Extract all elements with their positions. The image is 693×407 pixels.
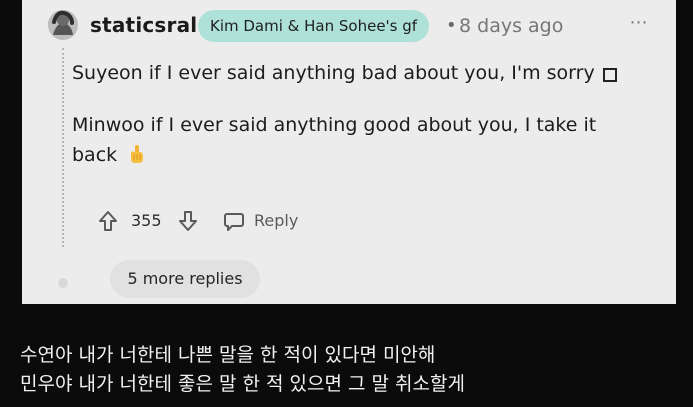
reply-icon: [224, 213, 244, 231]
reply-label: Reply: [254, 211, 299, 230]
collapsed-thread-dot[interactable]: [58, 278, 68, 288]
downvote-button[interactable]: [174, 204, 202, 238]
username[interactable]: staticsral: [90, 12, 197, 38]
comment-card: staticsral Kim Dami & Han Sohee's gf • 8…: [22, 0, 676, 304]
downvote-icon: [179, 211, 197, 231]
reply-button[interactable]: Reply: [222, 204, 312, 238]
upvote-icon: [99, 211, 117, 231]
comment-text-2: Minwoo if I ever said anything good abou…: [72, 114, 597, 166]
user-flair: Kim Dami & Han Sohee's gf: [198, 10, 430, 42]
caption-line-1: 수연아 내가 너한테 나쁜 말을 한 적이 있다면 미안해: [20, 344, 436, 366]
comment-paragraph: Minwoo if I ever said anything good abou…: [72, 110, 632, 170]
thread-line[interactable]: [62, 48, 64, 247]
comment-actions: 355 Reply: [94, 204, 384, 238]
middle-finger-emoji-icon: [128, 143, 146, 163]
more-options-icon[interactable]: ⋯: [626, 13, 652, 33]
more-replies-button[interactable]: 5 more replies: [110, 260, 260, 298]
comment-body: Suyeon if I ever said anything bad about…: [72, 58, 632, 170]
upvote-button[interactable]: [94, 204, 122, 238]
empty-box-icon: [602, 67, 617, 82]
caption-line-2: 민우야 내가 너한테 좋은 말 한 적 있으면 그 말 취소할게: [20, 373, 465, 395]
vote-score: 355: [131, 211, 162, 230]
timestamp[interactable]: 8 days ago: [459, 14, 563, 38]
comment-text-1: Suyeon if I ever said anything bad about…: [72, 62, 595, 84]
avatar[interactable]: [48, 10, 78, 40]
korean-caption: 수연아 내가 너한테 나쁜 말을 한 적이 있다면 미안해 민우야 내가 너한테…: [20, 341, 680, 399]
comment-paragraph: Suyeon if I ever said anything bad about…: [72, 58, 632, 88]
meta-separator: •: [446, 15, 457, 36]
